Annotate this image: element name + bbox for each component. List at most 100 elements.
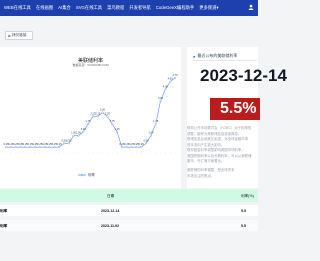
data-label: 2.25 (105, 111, 111, 115)
data-point[interactable] (24, 146, 27, 149)
nav-item-ai[interactable]: AI集合 (58, 5, 71, 11)
data-label: 1.00 (76, 131, 82, 135)
data-label: 0.25 (57, 142, 63, 146)
table-cell-rate: 5.5 (241, 208, 246, 213)
copy-icon: ⧉ (8, 33, 11, 38)
data-label: 1.75 (86, 119, 92, 123)
data-point[interactable] (9, 146, 12, 149)
copy-link-label: 拷贝链接 (12, 33, 27, 37)
side-paragraph-9: 美联储的利率调整，是全球资本 (187, 168, 235, 172)
side-paragraph-6: 美国短期利率以及长期利率，可以从美联储 (187, 153, 252, 158)
side-paragraph-3: 联储加息会使美元走强，对全球金融市场 (187, 137, 249, 141)
data-label: 1.25 (115, 127, 121, 131)
nav-item-svg[interactable]: SVG在线工具 (76, 5, 102, 11)
data-point[interactable] (82, 130, 85, 133)
user-icon[interactable] (248, 4, 254, 12)
table-cell-date: 2023-11-02 (101, 223, 120, 228)
chart-legend[interactable]: 利率 (78, 172, 95, 177)
data-label: 1.25 (81, 127, 87, 131)
data-point[interactable] (29, 146, 32, 149)
table-header-rate: 利率(%) (241, 193, 254, 198)
nav-item-draw[interactable]: 在线画图 (36, 5, 53, 11)
data-point[interactable] (62, 142, 65, 145)
data-point[interactable] (140, 146, 143, 149)
data-point[interactable] (169, 80, 172, 83)
data-label: 2.25 (95, 111, 101, 115)
side-paragraph-1: 联邦公开市场委员会（FOMC）对于利率的 (187, 126, 252, 130)
toolbar (0, 16, 258, 46)
nav-item-codegeex[interactable]: CodeGeeX编程助手 (156, 5, 194, 11)
legend-marker (80, 173, 84, 177)
data-label: 1.75 (153, 119, 159, 123)
copy-link-button[interactable]: ⧉ 拷贝链接 (5, 31, 33, 40)
data-point[interactable] (72, 134, 75, 137)
chart-card: 美联储利率 数据来源：RUNOOB.COM 0.25 0.25 0.25 0.25 0.… (0, 47, 181, 188)
data-point[interactable] (43, 146, 46, 149)
data-label: 0.50 (143, 138, 149, 142)
side-paragraph-2: 调整，被称为美联储加息或者降息。 (187, 131, 242, 136)
data-point[interactable] (125, 146, 128, 149)
data-label: 3.25 (158, 96, 164, 100)
data-label: 0.25 (139, 142, 145, 146)
table-header-row: 日期 利率(%) (0, 189, 258, 202)
data-point[interactable] (149, 134, 152, 137)
legend-label: 利率 (88, 172, 95, 177)
data-label: 4.00 (163, 84, 169, 88)
data-point[interactable] (33, 146, 36, 149)
side-paragraph-5: 联邦基金利率调整影响美国市场利率， (187, 148, 245, 152)
side-paragraph-4: 资本流向产生重大影响。 (187, 142, 225, 147)
data-point[interactable] (111, 123, 114, 126)
chevron-down-icon: ▾ (216, 5, 219, 10)
nav-more-label: 更多频道 (199, 5, 217, 10)
data-point[interactable] (14, 146, 17, 149)
data-point[interactable] (101, 111, 104, 114)
data-point[interactable] (173, 76, 176, 79)
nav-item-dev-nav[interactable]: 开发者导航 (129, 5, 150, 11)
data-label: 1.00 (148, 131, 154, 135)
data-point[interactable] (4, 146, 7, 149)
latest-rate-header-text: 最近公布的美联储利率 (197, 53, 238, 58)
table-cell-name: 利率 (0, 223, 8, 228)
data-point[interactable] (164, 88, 167, 91)
side-paragraph-7: 股市、外汇等方面看出。 (187, 159, 225, 163)
data-point[interactable] (120, 146, 123, 149)
data-point[interactable] (67, 142, 70, 145)
table-row: 利率 2023-12-14 5.5 (0, 205, 258, 216)
line-chart: 0.25 0.25 0.25 0.25 0.25 0.25 0.25 0.25 0.25 0.25… (3, 73, 178, 177)
table-cell-rate: 5.5 (241, 223, 246, 228)
table-row: 利率 2023-11-02 5.5 (0, 220, 258, 231)
data-point[interactable] (19, 146, 22, 149)
data-point[interactable] (159, 99, 162, 102)
latest-rate-value: 5.5% (210, 98, 260, 120)
data-point[interactable] (96, 115, 99, 118)
data-point[interactable] (77, 134, 80, 137)
data-label: 4.50 (168, 77, 174, 81)
data-point[interactable] (91, 115, 94, 118)
data-point[interactable] (48, 146, 51, 149)
data-point[interactable] (154, 123, 157, 126)
data-point[interactable] (135, 146, 138, 149)
latest-rate-date: 2023-12-14 (200, 66, 287, 85)
nav-item-tutorial[interactable]: 菜鸟教程 (107, 5, 124, 11)
data-point[interactable] (53, 146, 56, 149)
data-point[interactable] (87, 123, 90, 126)
table-cell-date: 2023-12-14 (101, 208, 120, 213)
latest-rate-header: ● 最近公布的美联储利率 (193, 52, 257, 61)
side-paragraph-10: 市场关注的焦点。 (187, 173, 215, 178)
data-label: 4.75 (172, 73, 178, 77)
info-icon: ● (193, 53, 196, 59)
data-point[interactable] (58, 146, 61, 149)
data-point[interactable] (38, 146, 41, 149)
nav-item-web-tools[interactable]: WEB在线工具 (4, 5, 31, 11)
top-navigation-bar: WEB在线工具 在线画图 AI集合 SVG在线工具 菜鸟教程 开发者导航 Cod… (0, 0, 258, 16)
data-label: 0.50 (66, 138, 72, 142)
nav-item-more[interactable]: 更多频道▾ (199, 5, 218, 11)
data-point[interactable] (106, 115, 109, 118)
data-point[interactable] (116, 130, 119, 133)
table-header-date: 日期 (107, 193, 115, 198)
data-label: 1.75 (110, 119, 116, 123)
data-point[interactable] (130, 146, 133, 149)
data-label: 2.50 (100, 108, 106, 112)
data-point[interactable] (145, 142, 148, 145)
table-cell-name: 利率 (0, 208, 8, 213)
